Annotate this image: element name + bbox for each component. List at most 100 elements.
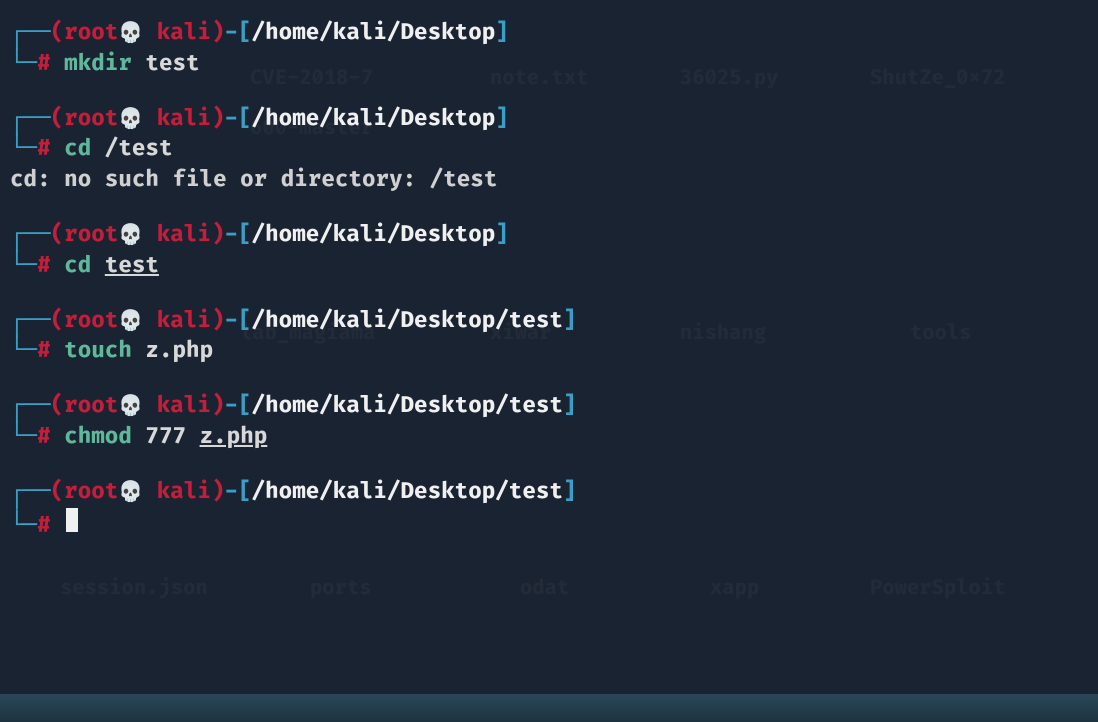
box-corner-icon: └─ [10, 422, 37, 453]
command-arg: test [145, 49, 199, 80]
dash: - [224, 18, 238, 49]
paren-open: ( [51, 306, 65, 337]
command-arg: z.php [200, 422, 268, 453]
prompt-hash: # [37, 134, 51, 165]
skull-icon: 💀 [118, 308, 143, 336]
dash: - [224, 306, 238, 337]
prompt-host: kali [143, 391, 211, 422]
command-arg: /test [105, 134, 173, 165]
desktop-icon-label: PowerSploit [870, 575, 1005, 603]
prompt-user: root [64, 18, 118, 49]
desktop-icon-label: odat [520, 575, 569, 603]
paren-close: ) [211, 391, 225, 422]
command-arg: z.php [145, 336, 213, 367]
dash: - [224, 220, 238, 251]
paren-close: ) [211, 477, 225, 508]
prompt-line: ┌──(root💀 kali)-[/home/kali/Desktop] [10, 104, 1088, 135]
command-arg: test [105, 251, 159, 282]
prompt-line: ┌──(root💀 kali)-[/home/kali/Desktop/test… [10, 477, 1088, 508]
command-line: └─# cd test [10, 251, 1088, 282]
bracket-open: [ [238, 391, 252, 422]
dash: - [224, 391, 238, 422]
prompt-host: kali [143, 104, 211, 135]
command-block: ┌──(root💀 kali)-[/home/kali/Desktop/test… [10, 391, 1088, 453]
command-input-line[interactable]: └─# [10, 508, 1088, 542]
prompt-user: root [64, 220, 118, 251]
prompt-hash: # [37, 511, 51, 542]
prompt-hash: # [37, 49, 51, 80]
skull-icon: 💀 [118, 479, 143, 507]
box-corner-icon: ┌── [10, 306, 51, 337]
prompt-user: root [64, 104, 118, 135]
bracket-close: ] [563, 477, 577, 508]
bracket-close: ] [495, 18, 509, 49]
bracket-close: ] [563, 306, 577, 337]
command-arg-pre: 777 [145, 422, 199, 453]
box-corner-icon: └─ [10, 336, 37, 367]
bracket-open: [ [238, 220, 252, 251]
prompt-user: root [64, 391, 118, 422]
paren-open: ( [51, 104, 65, 135]
box-corner-icon: ┌── [10, 391, 51, 422]
command-name: chmod [64, 422, 132, 453]
bracket-open: [ [238, 306, 252, 337]
prompt-hash: # [37, 251, 51, 282]
command-name: touch [64, 336, 132, 367]
box-corner-icon: ┌── [10, 104, 51, 135]
prompt-host: kali [143, 220, 211, 251]
box-corner-icon: └─ [10, 511, 37, 542]
prompt-line: ┌──(root💀 kali)-[/home/kali/Desktop] [10, 18, 1088, 49]
prompt-host: kali [143, 477, 211, 508]
bracket-open: [ [238, 104, 252, 135]
skull-icon: 💀 [118, 20, 143, 48]
command-block: ┌──(root💀 kali)-[/home/kali/Desktop] └─#… [10, 18, 1088, 80]
prompt-path: /home/kali/Desktop/test [252, 391, 563, 422]
prompt-path: /home/kali/Desktop/test [252, 477, 563, 508]
paren-open: ( [51, 18, 65, 49]
prompt-path: /home/kali/Desktop/test [252, 306, 563, 337]
desktop-icon-label: session.json [60, 575, 208, 603]
bracket-close: ] [563, 391, 577, 422]
terminal-output[interactable]: ┌──(root💀 kali)-[/home/kali/Desktop] └─#… [10, 18, 1088, 541]
prompt-path: /home/kali/Desktop [252, 104, 496, 135]
taskbar[interactable] [0, 694, 1098, 722]
command-line: └─# touch z.php [10, 336, 1088, 367]
bracket-close: ] [495, 104, 509, 135]
prompt-host: kali [143, 18, 211, 49]
dash: - [224, 477, 238, 508]
command-block-active: ┌──(root💀 kali)-[/home/kali/Desktop/test… [10, 477, 1088, 542]
paren-close: ) [211, 220, 225, 251]
bracket-open: [ [238, 18, 252, 49]
prompt-hash: # [37, 422, 51, 453]
prompt-path: /home/kali/Desktop [252, 220, 496, 251]
prompt-hash: # [37, 336, 51, 367]
paren-close: ) [211, 306, 225, 337]
desktop-icon-label: xapp [710, 575, 759, 603]
paren-open: ( [51, 220, 65, 251]
skull-icon: 💀 [118, 393, 143, 421]
command-name: cd [64, 251, 91, 282]
command-name: mkdir [64, 49, 132, 80]
box-corner-icon: ┌── [10, 220, 51, 251]
command-output: cd: no such file or directory: /test [10, 165, 1088, 196]
cursor-icon [66, 508, 78, 532]
prompt-user: root [64, 477, 118, 508]
box-corner-icon: └─ [10, 134, 37, 165]
paren-close: ) [211, 18, 225, 49]
skull-icon: 💀 [118, 106, 143, 134]
prompt-user: root [64, 306, 118, 337]
command-line: └─# mkdir test [10, 49, 1088, 80]
box-corner-icon: ┌── [10, 477, 51, 508]
prompt-host: kali [143, 306, 211, 337]
bracket-open: [ [238, 477, 252, 508]
paren-open: ( [51, 391, 65, 422]
dash: - [224, 104, 238, 135]
box-corner-icon: └─ [10, 49, 37, 80]
command-name: cd [64, 134, 91, 165]
prompt-path: /home/kali/Desktop [252, 18, 496, 49]
command-block: ┌──(root💀 kali)-[/home/kali/Desktop] └─#… [10, 104, 1088, 196]
prompt-line: ┌──(root💀 kali)-[/home/kali/Desktop] [10, 220, 1088, 251]
prompt-line: ┌──(root💀 kali)-[/home/kali/Desktop/test… [10, 391, 1088, 422]
command-line: └─# chmod 777 z.php [10, 422, 1088, 453]
command-line: └─# cd /test [10, 134, 1088, 165]
